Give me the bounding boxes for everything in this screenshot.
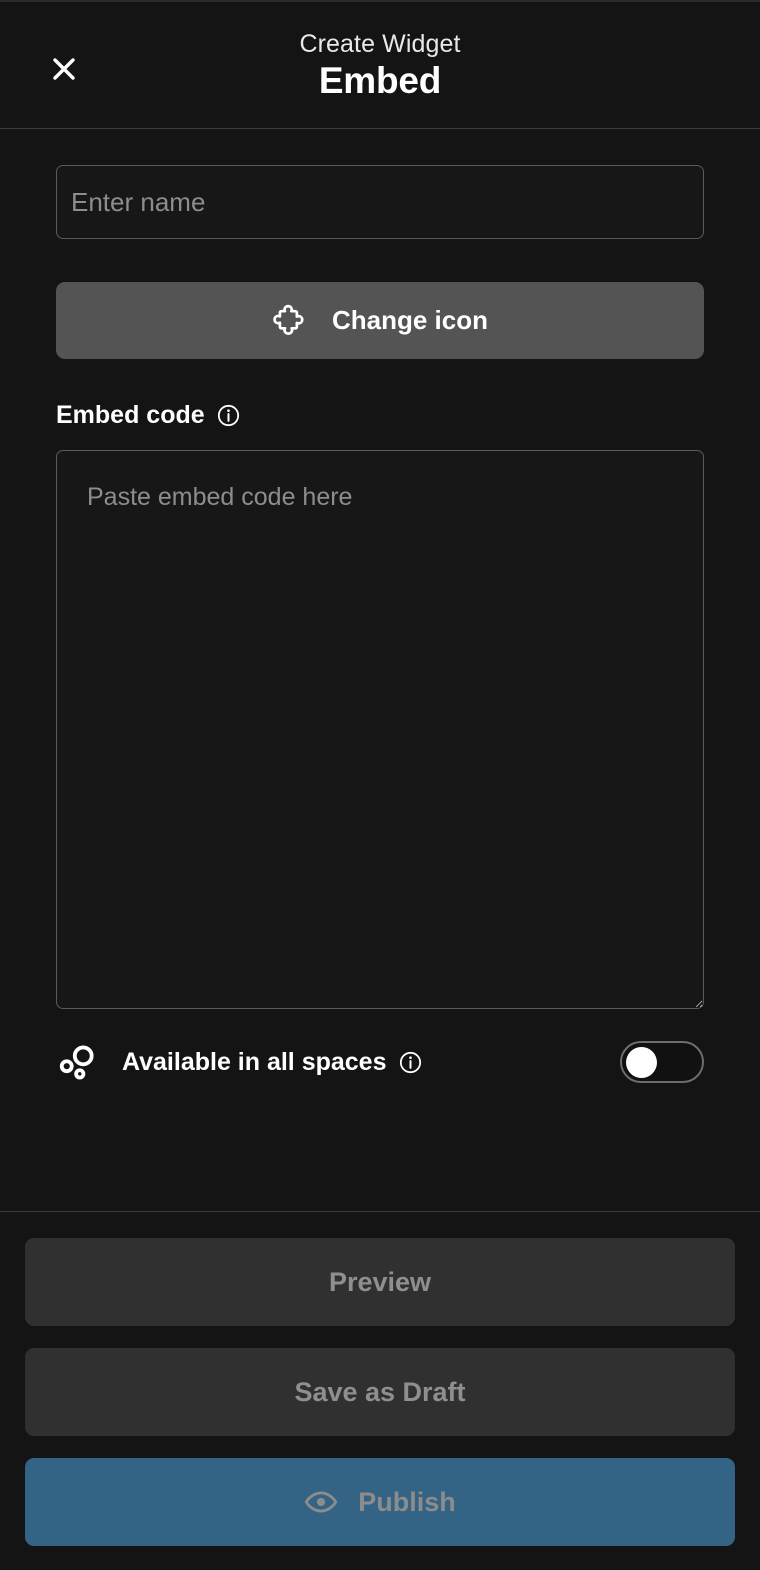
save-as-draft-button[interactable]: Save as Draft: [25, 1348, 735, 1436]
publish-button-label: Publish: [358, 1486, 456, 1517]
embed-code-textarea[interactable]: [56, 450, 704, 1009]
modal-footer: Preview Save as Draft Publish: [0, 1211, 760, 1570]
info-icon[interactable]: [216, 403, 241, 428]
preview-button-label: Preview: [328, 1266, 432, 1297]
close-icon: [53, 58, 75, 80]
publish-button[interactable]: Publish: [25, 1458, 735, 1546]
change-icon-button[interactable]: Change icon: [56, 282, 704, 359]
embed-code-label-row: Embed code: [56, 403, 704, 428]
available-in-all-spaces-toggle[interactable]: [620, 1041, 704, 1083]
modal-header: Create Widget Embed: [0, 2, 760, 129]
available-in-all-spaces-row: Available in all spaces: [56, 1039, 704, 1085]
preview-button[interactable]: Preview: [25, 1238, 735, 1326]
create-widget-modal: Create Widget Embed Change icon Embed co…: [0, 0, 760, 1570]
widget-name-input[interactable]: [56, 165, 704, 239]
close-button[interactable]: [41, 46, 87, 92]
spaces-icon: [59, 1045, 94, 1080]
available-in-all-spaces-label: Available in all spaces: [122, 1047, 387, 1076]
embed-code-label: Embed code: [56, 401, 205, 429]
spaces-info-wrap: [398, 1050, 423, 1075]
spaces-icon-wrap: [56, 1039, 108, 1085]
toggle-knob: [626, 1047, 657, 1078]
modal-eyebrow: Create Widget: [299, 29, 461, 58]
modal-body: Change icon Embed code Available in all …: [0, 129, 760, 1211]
eye-icon: [304, 1491, 338, 1513]
info-icon[interactable]: [398, 1050, 423, 1075]
puzzle-piece-icon: [273, 304, 304, 335]
save-as-draft-button-label: Save as Draft: [294, 1376, 466, 1407]
change-icon-label: Change icon: [331, 305, 488, 335]
header-titles: Create Widget Embed: [299, 29, 461, 103]
page-title: Embed: [318, 60, 442, 102]
